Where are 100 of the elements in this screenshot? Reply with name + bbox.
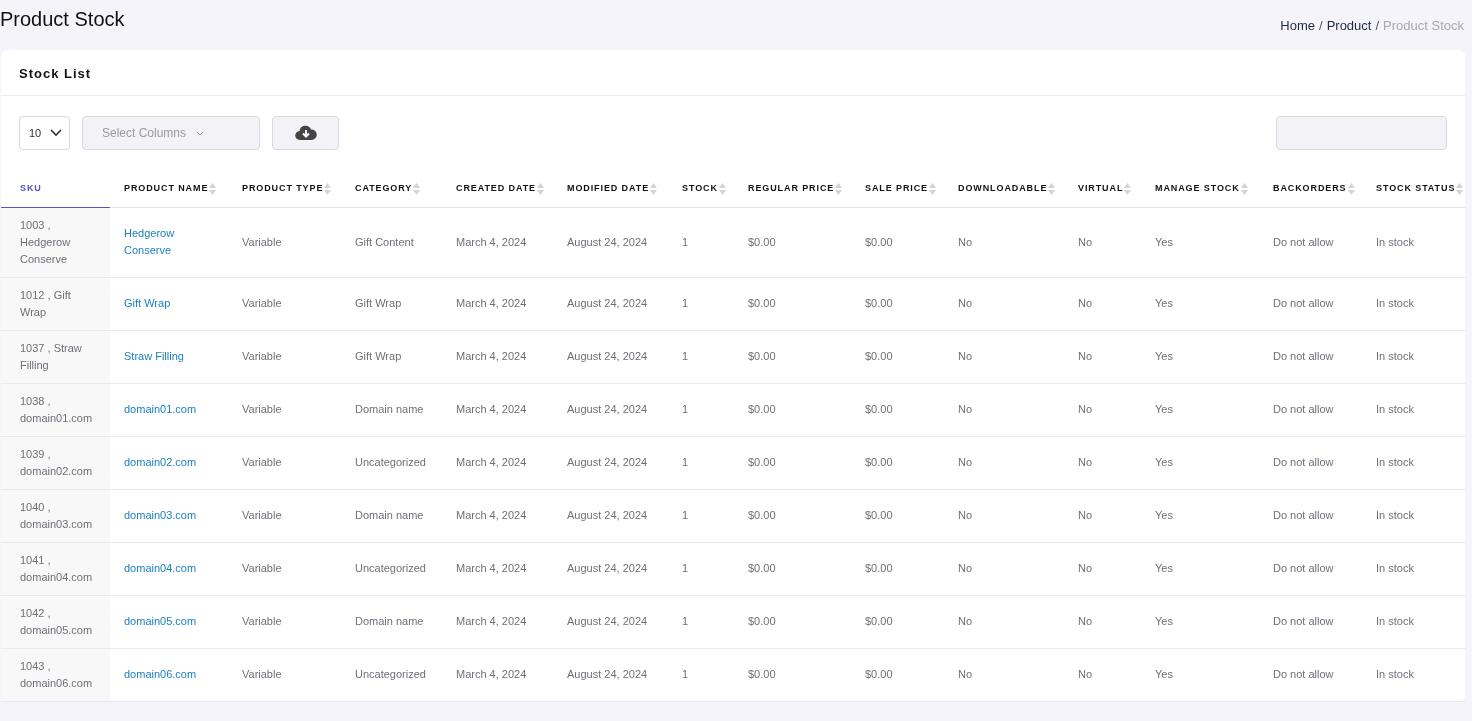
column-header[interactable]: CATEGORY [341,170,442,207]
table-cell: In stock [1362,383,1465,436]
table-cell: No [1064,207,1141,277]
table-cell: August 24, 2024 [553,595,668,648]
table-cell: Variable [228,436,341,489]
table-cell: March 4, 2024 [442,383,553,436]
table-cell: Variable [228,383,341,436]
column-header[interactable]: PRODUCT TYPE [228,170,341,207]
sort-icon [650,182,658,195]
table-cell: August 24, 2024 [553,207,668,277]
page-size-select[interactable]: 10 [19,116,70,150]
table-cell: August 24, 2024 [553,436,668,489]
sort-icon [718,182,726,195]
column-header[interactable]: PRODUCT NAME [110,170,228,207]
item-name-link[interactable]: Hedgerow Conserve [124,225,220,259]
sort-icon [835,182,843,195]
table-cell: Yes [1141,595,1259,648]
card-title: Stock List [1,50,1465,96]
table-cell: Yes [1141,330,1259,383]
column-header[interactable]: MANAGE STOCK [1141,170,1259,207]
table-cell: No [944,436,1064,489]
column-header[interactable]: VIRTUAL [1064,170,1141,207]
download-button[interactable] [272,116,339,150]
item-name-link[interactable]: domain03.com [124,507,220,524]
table-cell: $0.00 [734,648,851,701]
sort-icon [209,182,217,195]
column-header[interactable]: STOCK STATUS [1362,170,1465,207]
table-cell: Gift Content [341,207,442,277]
column-header[interactable]: MODIFIED DATE [553,170,668,207]
table-cell: 1040 , domain03.com [1,489,110,542]
table-cell: Uncategorized [341,436,442,489]
table-cell: Variable [228,542,341,595]
table-cell: 1012 , Gift Wrap [1,277,110,330]
sort-icon [1347,182,1355,195]
item-name-link[interactable]: Straw Filling [124,348,220,365]
table-cell: $0.00 [851,207,944,277]
item-name-link[interactable]: domain01.com [124,401,220,418]
table-cell: 1041 , domain04.com [1,542,110,595]
table-cell: Gift Wrap [341,277,442,330]
sort-icon [1124,182,1132,195]
chevron-icon [196,130,205,136]
table-cell: No [944,542,1064,595]
table-cell: Variable [228,489,341,542]
table-cell: $0.00 [851,648,944,701]
table-cell: March 4, 2024 [442,595,553,648]
table-cell: Variable [228,207,341,277]
table-cell: August 24, 2024 [553,330,668,383]
item-name-link[interactable]: Gift Wrap [124,295,220,312]
table-cell: Variable [228,595,341,648]
item-name-link[interactable]: domain06.com [124,666,220,683]
table-cell: $0.00 [734,489,851,542]
table-cell: Domain name [341,383,442,436]
column-header[interactable]: SALE PRICE [851,170,944,207]
table-cell: $0.00 [734,542,851,595]
breadcrumb-link[interactable]: Product [1326,18,1372,33]
column-header[interactable]: REGULAR PRICE [734,170,851,207]
table-cell: $0.00 [851,489,944,542]
sort-icon [929,182,936,195]
breadcrumb-separator: / [1375,18,1380,33]
column-header[interactable]: CREATED DATE [442,170,553,207]
table-cell: Yes [1141,277,1259,330]
table-cell: 1 [668,489,734,542]
item-name-link[interactable]: domain04.com [124,560,220,577]
table-cell: In stock [1362,330,1465,383]
column-header[interactable]: SKU [1,170,110,207]
table-cell: March 4, 2024 [442,436,553,489]
table-cell: $0.00 [851,542,944,595]
table-cell: 1042 , domain05.com [1,595,110,648]
table-cell: $0.00 [851,330,944,383]
table-cell: No [1064,542,1141,595]
table-cell: Yes [1141,489,1259,542]
table-cell: Gift Wrap [341,330,442,383]
table-cell: Yes [1141,207,1259,277]
table-cell: August 24, 2024 [553,383,668,436]
table-cell: No [1064,489,1141,542]
table-cell: Do not allow [1259,330,1362,383]
table-cell: In stock [1362,595,1465,648]
item-name-link[interactable]: domain05.com [124,613,220,630]
item-name-link[interactable]: domain02.com [124,454,220,471]
table-cell: Uncategorized [341,542,442,595]
table-cell: 1 [668,648,734,701]
breadcrumb-link[interactable]: Home [1280,18,1315,33]
table-cell: Do not allow [1259,383,1362,436]
column-header[interactable]: BACKORDERS [1259,170,1362,207]
breadcrumb-separator: / [1319,18,1323,33]
table-cell: $0.00 [734,436,851,489]
table-cell: Variable [228,277,341,330]
table-cell: 1039 , domain02.com [1,436,110,489]
sort-icon [1456,182,1464,195]
table-cell: 1037 , Straw Filling [1,330,110,383]
column-header[interactable]: STOCK [668,170,734,207]
table-cell: In stock [1362,648,1465,701]
sort-icon [413,182,421,195]
table-cell: 1038 , domain01.com [1,383,110,436]
sort-icon [1048,182,1056,195]
search-field[interactable] [1276,116,1447,150]
table-cell: Do not allow [1259,207,1362,277]
table-cell: No [944,207,1064,277]
table-cell: Do not allow [1259,648,1362,701]
column-header[interactable]: DOWNLOADABLE [944,170,1064,207]
